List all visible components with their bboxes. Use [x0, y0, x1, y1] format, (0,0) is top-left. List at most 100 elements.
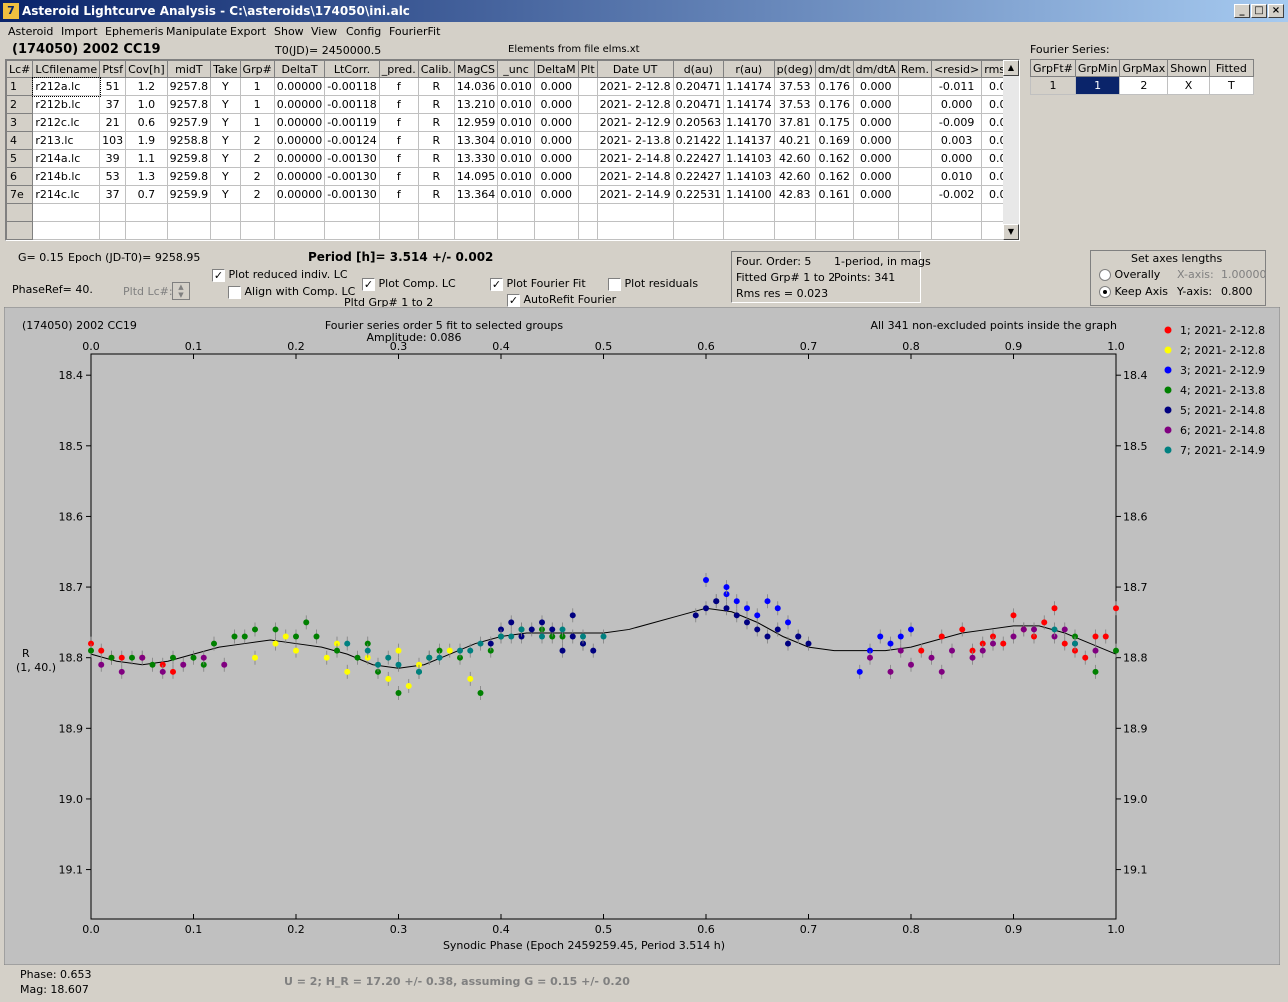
col-header[interactable]: Plt — [577, 60, 598, 78]
plot-comp-checkbox[interactable]: ✓ Plot Comp. LC — [362, 277, 456, 291]
fs-shown-cell[interactable]: X — [1167, 76, 1210, 95]
col-header[interactable]: Date UT — [596, 60, 674, 78]
table-cell[interactable]: 0.000 — [852, 167, 899, 186]
menu-asteroid[interactable]: Asteroid — [8, 25, 53, 38]
align-comp-check-icon[interactable] — [228, 285, 241, 299]
table-cell[interactable]: 37.53 — [773, 95, 816, 114]
table-cell[interactable] — [125, 203, 168, 222]
table-row[interactable]: 6 r214b.lc 53 1.3 9259.8 Y 2 0.00000 -0.00130 f R 1… — [6, 167, 1019, 186]
table-cell[interactable]: f — [378, 95, 419, 114]
table-cell[interactable] — [577, 77, 598, 96]
table-cell[interactable]: 0.000 — [533, 185, 579, 204]
table-cell[interactable]: 0.003 — [930, 131, 983, 150]
fs-grpft-cell[interactable]: 1 — [1030, 76, 1076, 95]
table-cell[interactable] — [897, 185, 932, 204]
fourier-series-table[interactable]: GrpFt# GrpMin GrpMax Shown Fitted 1 1 2 X T — [1030, 59, 1254, 95]
col-header[interactable]: d(au) — [672, 60, 725, 78]
fs-col-header[interactable]: Shown — [1167, 59, 1210, 77]
table-cell[interactable] — [897, 203, 932, 222]
table-cell[interactable]: R — [417, 167, 455, 186]
table-row[interactable]: 4 r213.lc 103 1.9 9258.8 Y 2 0.00000 -0.00124 f R 1… — [6, 131, 1019, 150]
fs-col-header[interactable]: GrpFt# — [1030, 59, 1076, 77]
fs-fitted-cell[interactable]: T — [1208, 76, 1254, 95]
table-cell[interactable] — [324, 221, 380, 240]
table-cell[interactable]: 9257.9 — [166, 113, 212, 132]
table-cell[interactable]: Y — [210, 113, 241, 132]
table-cell[interactable]: 1.14170 — [723, 113, 775, 132]
table-cell[interactable]: 2 — [239, 131, 275, 150]
col-header[interactable]: dm/dtA — [852, 60, 899, 78]
plot-resid-checkbox[interactable]: Plot residuals — [608, 277, 698, 291]
table-cell[interactable]: 0.175 — [814, 113, 854, 132]
table-cell[interactable] — [897, 77, 932, 96]
table-cell[interactable]: 1.9 — [125, 131, 168, 150]
table-cell[interactable]: 0.000 — [852, 185, 899, 204]
table-cell[interactable] — [577, 95, 598, 114]
table-cell[interactable]: R — [417, 131, 455, 150]
table-cell[interactable]: 0.176 — [814, 77, 854, 96]
table-cell[interactable]: 37.81 — [773, 113, 816, 132]
table-cell[interactable]: R — [417, 77, 455, 96]
table-cell[interactable]: 0.000 — [930, 95, 983, 114]
col-header[interactable]: LtCorr. — [324, 60, 380, 78]
menu-show[interactable]: Show — [274, 25, 304, 38]
table-cell[interactable]: 0.20471 — [672, 95, 725, 114]
table-cell[interactable]: 0.000 — [852, 113, 899, 132]
table-cell[interactable] — [897, 167, 932, 186]
table-cell[interactable] — [239, 221, 275, 240]
plot-comp-check-icon[interactable]: ✓ — [362, 277, 375, 291]
table-cell[interactable]: 40.21 — [773, 131, 816, 150]
scroll-up-icon[interactable]: ▲ — [1003, 60, 1019, 76]
table-cell[interactable]: 42.83 — [773, 185, 816, 204]
table-cell[interactable] — [577, 221, 598, 240]
lightcurve-grid[interactable]: Lc# LCfilename Ptsf Cov[h] midT Take Grp# Delta… — [6, 60, 1019, 240]
scroll-down-icon[interactable]: ▼ — [1003, 224, 1019, 240]
table-cell[interactable]: r212b.lc — [32, 95, 101, 114]
table-cell[interactable]: 13.210 — [453, 95, 499, 114]
col-header[interactable]: Lc# — [6, 60, 34, 78]
table-cell[interactable] — [417, 221, 455, 240]
table-cell[interactable]: f — [378, 131, 419, 150]
table-cell[interactable]: 1.3 — [125, 167, 168, 186]
table-cell[interactable] — [596, 221, 674, 240]
col-header[interactable]: r(au) — [723, 60, 775, 78]
menu-import[interactable]: Import — [61, 25, 98, 38]
table-cell[interactable]: 0.010 — [930, 167, 983, 186]
table-cell[interactable]: 37.53 — [773, 77, 816, 96]
table-cell[interactable]: 9258.8 — [166, 131, 212, 150]
autorefit-checkbox[interactable]: ✓ AutoRefit Fourier — [507, 293, 616, 307]
table-cell[interactable]: 2021- 2-14.9 — [596, 185, 674, 204]
table-cell[interactable]: 9259.9 — [166, 185, 212, 204]
row-header[interactable]: 7e — [6, 185, 34, 204]
fs-col-header[interactable]: Fitted — [1208, 59, 1254, 77]
menu-export[interactable]: Export — [230, 25, 266, 38]
table-cell[interactable]: Y — [210, 149, 241, 168]
table-cell[interactable]: 0.000 — [533, 167, 579, 186]
col-header[interactable]: _pred. — [378, 60, 419, 78]
table-row[interactable]: 3 r212c.lc 21 0.6 9257.9 Y 1 0.00000 -0.00119 f R 1… — [6, 113, 1019, 132]
row-header[interactable]: 6 — [6, 167, 34, 186]
table-cell[interactable]: 1.14174 — [723, 77, 775, 96]
plot-reduced-checkbox[interactable]: ✓ Plot reduced indiv. LC — [212, 268, 348, 282]
table-cell[interactable] — [852, 203, 899, 222]
table-cell[interactable] — [672, 203, 725, 222]
table-cell[interactable]: r214a.lc — [32, 149, 101, 168]
overally-radio-icon[interactable] — [1099, 269, 1111, 281]
table-cell[interactable]: r213.lc — [32, 131, 101, 150]
table-cell[interactable]: 39 — [99, 149, 127, 168]
table-cell[interactable]: 13.330 — [453, 149, 499, 168]
table-cell[interactable]: f — [378, 77, 419, 96]
table-cell[interactable]: 0.010 — [497, 149, 535, 168]
col-header[interactable]: p(deg) — [773, 60, 816, 78]
table-cell[interactable]: -0.00130 — [324, 149, 380, 168]
table-cell[interactable] — [930, 221, 983, 240]
table-cell[interactable]: Y — [210, 95, 241, 114]
table-cell[interactable]: 9259.8 — [166, 149, 212, 168]
keep-axis-radio[interactable]: Keep Axis — [1099, 285, 1168, 298]
align-comp-checkbox[interactable]: Align with Comp. LC — [228, 285, 355, 299]
table-cell[interactable]: 0.000 — [533, 77, 579, 96]
table-cell[interactable]: 2 — [239, 185, 275, 204]
menu-ephemeris[interactable]: Ephemeris — [105, 25, 163, 38]
table-cell[interactable] — [273, 203, 326, 222]
fs-grpmin-cell[interactable]: 1 — [1074, 76, 1121, 95]
